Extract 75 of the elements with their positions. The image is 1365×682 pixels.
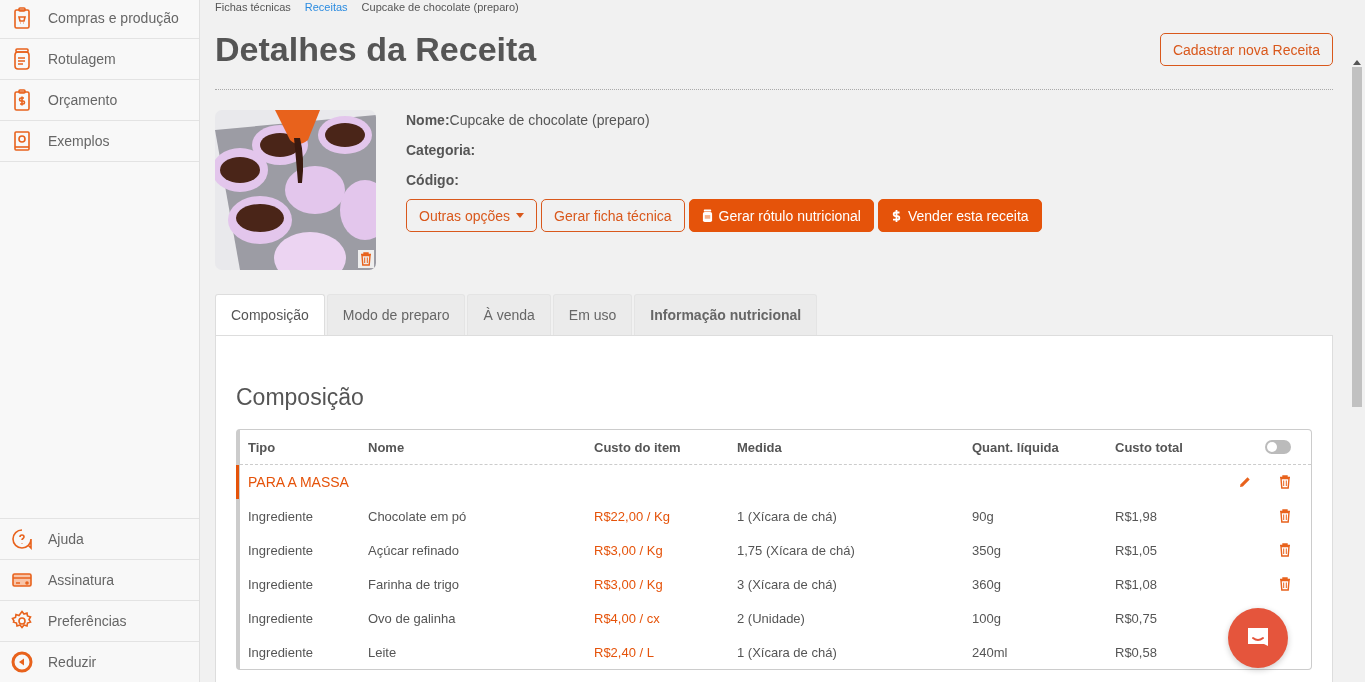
table-cell-text: Ingrediente (248, 542, 315, 558)
table-cell-text: Ovo de galinha (368, 610, 457, 626)
table-cell-text: 350g (972, 542, 1002, 558)
tab[interactable]: Em uso (552, 294, 633, 335)
table-cell-text: Leite (368, 644, 398, 660)
options-dropdown-button[interactable]: Outras opções (406, 199, 538, 232)
table-cell-text: R$0,58 (1115, 644, 1158, 660)
tab[interactable]: Informação nutricional (634, 294, 818, 335)
table-cell-text: 3 (Xícara de chá) (737, 576, 838, 592)
table-cell-text: Farinha de trigo (368, 576, 461, 592)
column-header: Nome (368, 439, 406, 455)
recipe-field: Código: (406, 172, 1042, 202)
recipe-field: Nome:Cupcake de chocolate (preparo) (406, 112, 1042, 142)
column-header: Tipo (248, 439, 277, 455)
table-cell-text: R$1,08 (1115, 576, 1158, 592)
caret-icon (516, 213, 525, 218)
table-cell-text: 2 (Unidade) (737, 610, 806, 626)
table-cell-text: 90g (972, 508, 995, 524)
generate-sheet-button[interactable]: Gerar ficha técnica (541, 199, 685, 232)
table-cell-text: Chocolate em pó (368, 508, 468, 524)
table-cell-text: R$1,05 (1115, 542, 1158, 558)
scroll-up-icon[interactable] (1353, 60, 1361, 65)
trash-icon[interactable] (1279, 475, 1291, 489)
column-header: Medida (737, 439, 783, 455)
breadcrumb-item: Cupcake de chocolate (preparo) (361, 1, 519, 13)
table-cell-text: 1 (Xícara de chá) (737, 508, 838, 524)
table-cell-text: 240ml (972, 644, 1009, 660)
trash-icon[interactable] (360, 252, 372, 266)
breadcrumb-link[interactable]: Receitas (304, 1, 348, 13)
table-cell-text: 1,75 (Xícara de chá) (737, 542, 856, 558)
table-cell-text: R$2,40 / L (594, 644, 655, 660)
page-title: Detalhes da Receita (215, 30, 537, 69)
table-cell-text: Ingrediente (248, 610, 315, 626)
toggle-switch[interactable] (1265, 440, 1291, 454)
table-cell-text: Ingrediente (248, 644, 315, 660)
edit-icon[interactable] (1239, 476, 1251, 488)
recipe-field: Categoria: (406, 142, 1042, 172)
sell-recipe-button[interactable]: Vender esta receita (877, 199, 1042, 232)
trash-icon[interactable] (1279, 543, 1291, 557)
table-cell-text: 360g (972, 576, 1002, 592)
tab[interactable]: Composição (215, 294, 325, 335)
help-icon (10, 527, 34, 551)
column-header: Quant. líquida (972, 439, 1060, 455)
sidebar-item[interactable]: Exemplos (0, 121, 199, 162)
table-cell-text: R$3,00 / Kg (594, 542, 664, 558)
tab[interactable]: À venda (467, 294, 551, 335)
nutrition-label-button[interactable]: Gerar rótulo nutricional (688, 199, 874, 232)
table-cell-text: 1 (Xícara de chá) (737, 644, 838, 660)
sidebar-item[interactable]: Orçamento (0, 80, 199, 121)
sidebar-item[interactable]: Preferências (0, 601, 199, 642)
sidebar-item[interactable]: Rotulagem (0, 39, 199, 80)
table-cell-text: R$4,00 / cx (594, 610, 661, 626)
group-name: PARA A MASSA (248, 474, 350, 490)
table-cell-text: R$0,75 (1115, 610, 1158, 626)
section-title: Composição (236, 384, 365, 411)
tab[interactable]: Modo de preparo (326, 294, 466, 335)
column-header: Custo do item (594, 439, 682, 455)
jar-icon (701, 208, 713, 223)
column-header: Custo total (1115, 439, 1184, 455)
dollar-icon (890, 208, 902, 223)
sidebar-item[interactable]: Ajuda (0, 518, 199, 560)
trash-icon[interactable] (1279, 577, 1291, 591)
table-cell-text: 100g (972, 610, 1002, 626)
table-cell-text: R$1,98 (1115, 508, 1158, 524)
new-recipe-button[interactable]: Cadastrar nova Receita (1159, 33, 1333, 66)
table-cell-text: Ingrediente (248, 576, 315, 592)
breadcrumb-item: Fichas técnicas (215, 1, 291, 13)
table-cell-text: Açúcar refinado (368, 542, 461, 558)
table-cell-text: R$3,00 / Kg (594, 576, 664, 592)
sidebar-item[interactable]: Compras e produção (0, 0, 199, 39)
table-cell-text: Ingrediente (248, 508, 315, 524)
table-cell-text: R$22,00 / Kg (594, 508, 671, 524)
sidebar-item[interactable]: Reduzir (0, 642, 199, 682)
trash-icon[interactable] (1279, 509, 1291, 523)
sidebar-item[interactable]: Assinatura (0, 560, 199, 601)
